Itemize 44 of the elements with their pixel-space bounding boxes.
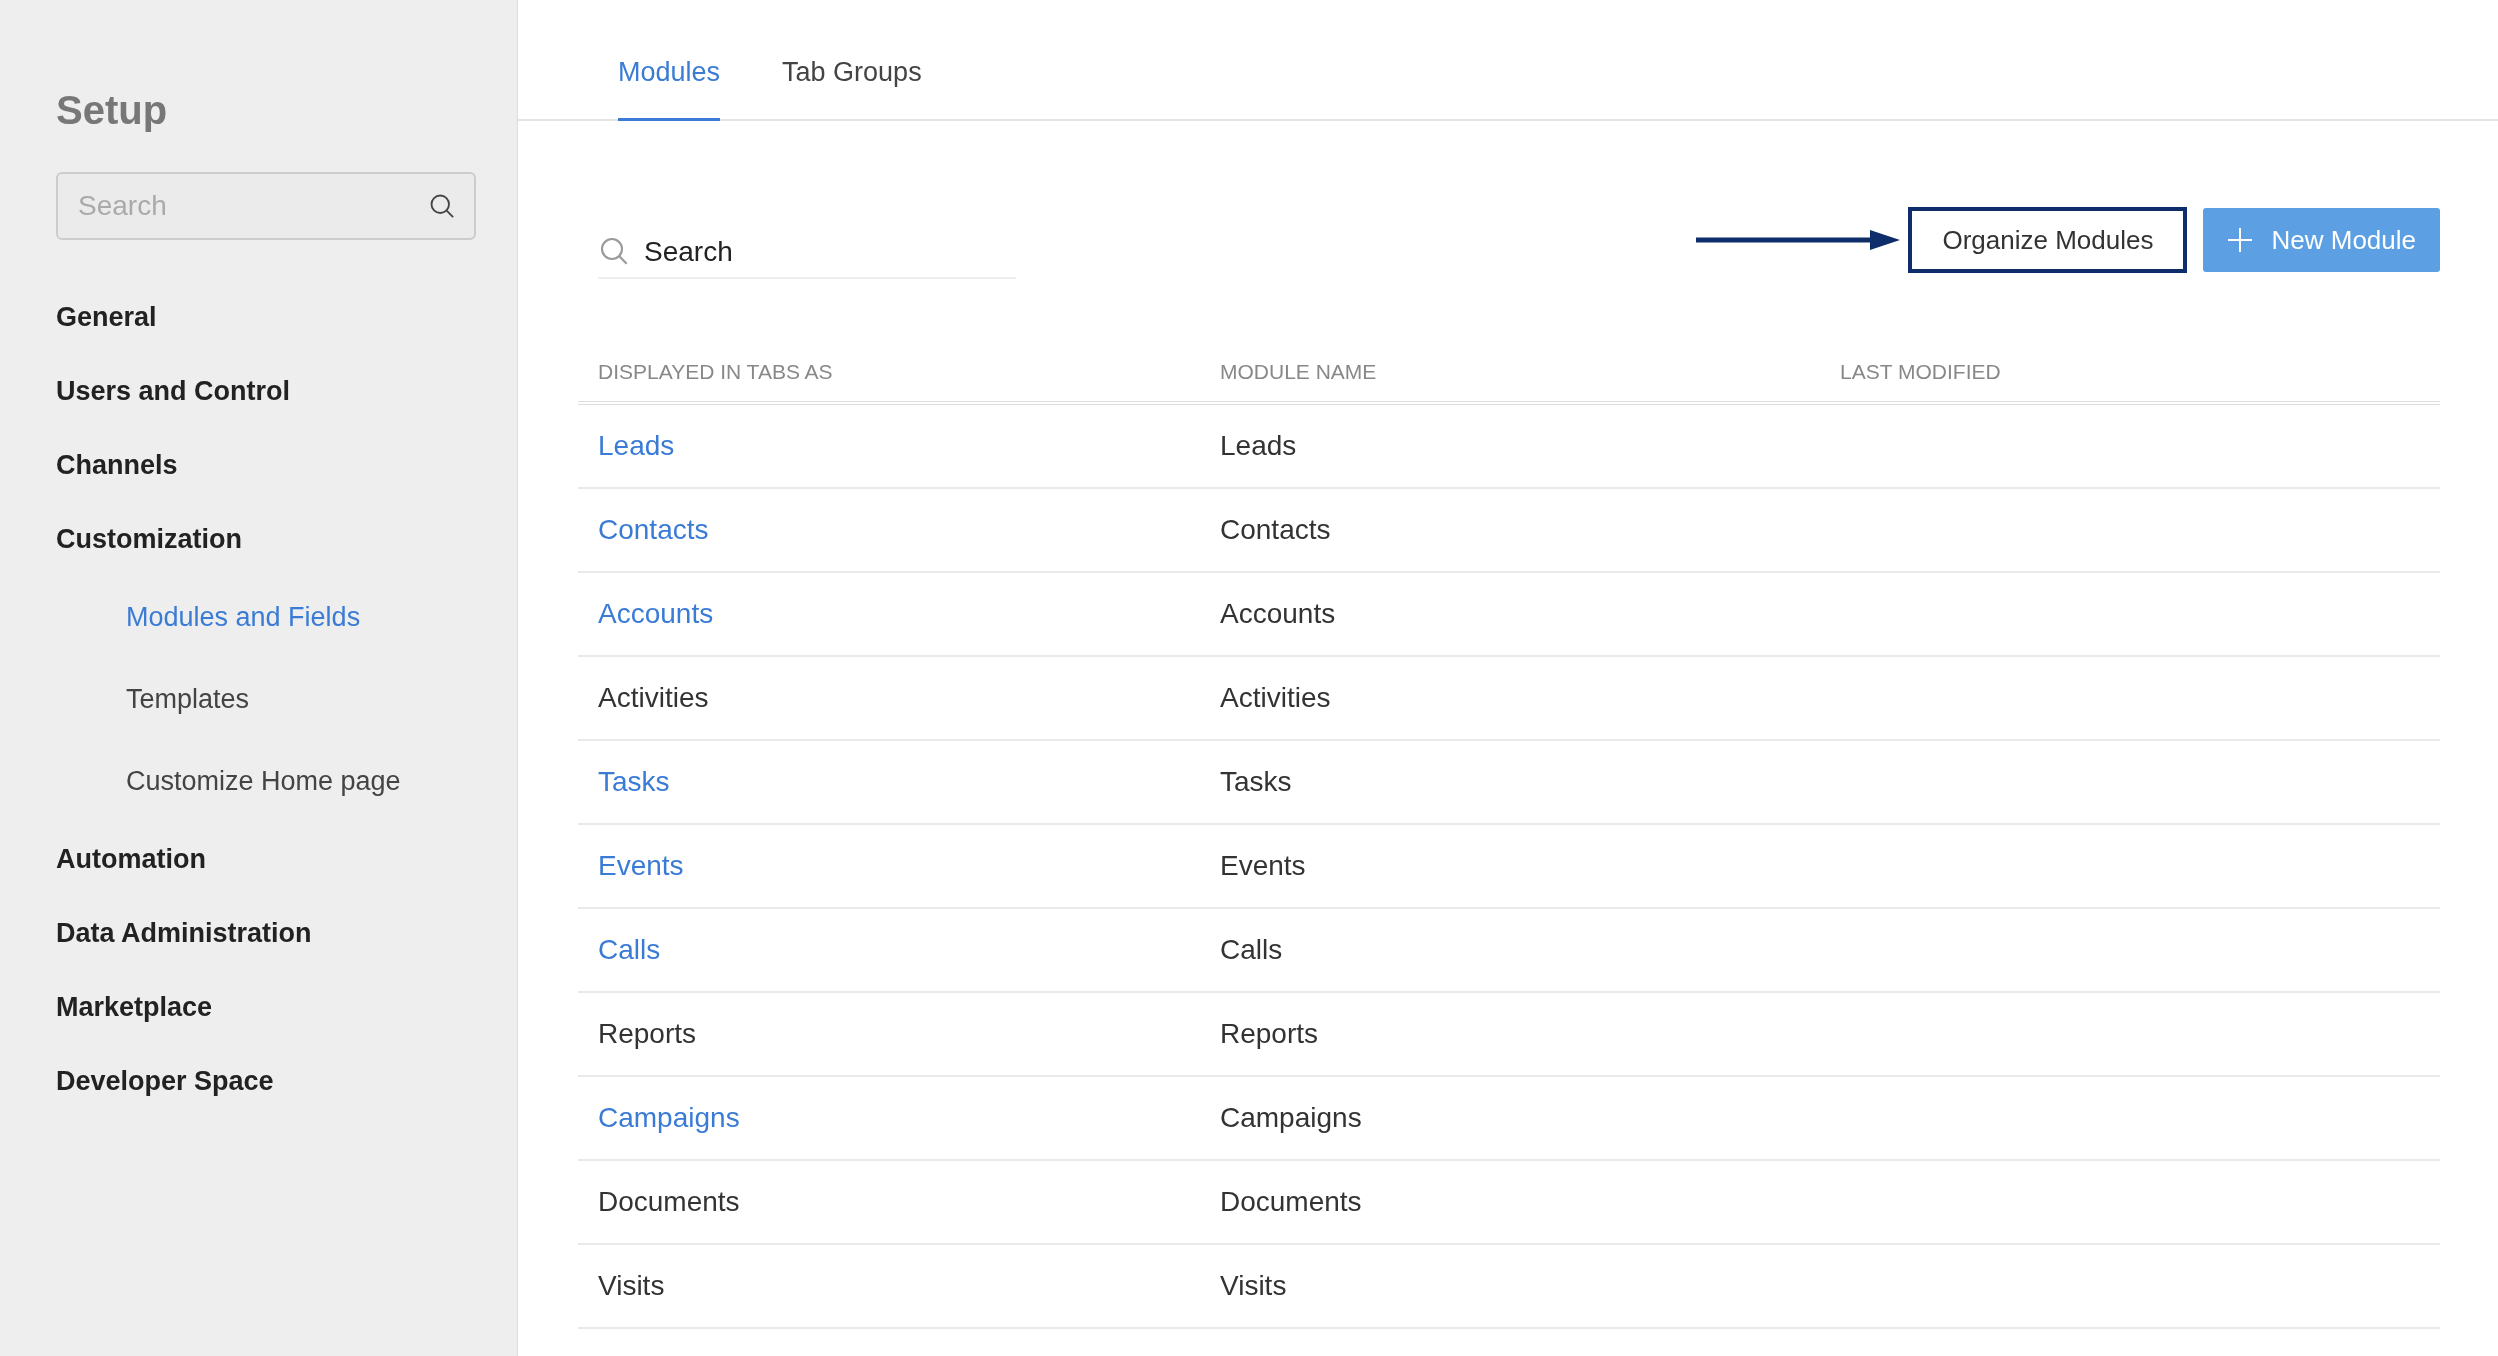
sidebar-item[interactable]: Marketplace (56, 970, 213, 1044)
module-link[interactable]: Campaigns (598, 1097, 740, 1139)
module-link[interactable]: Accounts (598, 593, 714, 635)
table-cell-text: Accounts (1219, 597, 1337, 631)
column-header: DISPLAYED IN TABS AS (597, 358, 834, 385)
table-cell-text: Reports (598, 1017, 697, 1051)
column-header: LAST MODIFIED (1839, 358, 2002, 385)
sidebar-item[interactable]: Developer Space (56, 1044, 274, 1118)
module-link[interactable]: Tasks (598, 761, 670, 803)
sidebar-item[interactable]: Templates (126, 658, 250, 740)
sidebar-item[interactable]: General (56, 280, 157, 354)
table-cell-text: Documents (1219, 1185, 1363, 1219)
table-cell-text: Activities (598, 681, 709, 715)
table-cell-text: Tasks (1219, 765, 1293, 799)
module-link[interactable]: Contacts (598, 509, 709, 551)
column-header: MODULE NAME (1219, 358, 1378, 385)
sidebar-item[interactable]: Channels (56, 428, 178, 502)
sidebar-item[interactable]: Users and Control (56, 354, 291, 428)
search-field[interactable]: Search (56, 172, 476, 240)
table-cell-text: Events (1219, 849, 1307, 883)
table-cell-text: Documents (598, 1185, 740, 1219)
search-icon (598, 235, 630, 267)
table-cell-text: Campaigns (1219, 1101, 1363, 1135)
module-link[interactable]: Leads (598, 425, 675, 467)
module-link[interactable]: Events (598, 845, 684, 887)
sidebar-item[interactable]: Customization (56, 502, 242, 576)
table-cell-text: Reports (1219, 1017, 1320, 1051)
tab[interactable]: Tab Groups (782, 51, 922, 121)
table-cell-text: Calls (1219, 933, 1284, 967)
sidebar-item[interactable]: Modules and Fields (126, 576, 361, 658)
plus-icon (2227, 227, 2254, 253)
table-cell-text: Visits (1219, 1269, 1288, 1303)
sidebar-item[interactable]: Customize Home page (126, 740, 401, 822)
table-cell-text: Contacts (1219, 513, 1332, 547)
table-cell-text: Activities (1219, 681, 1332, 715)
module-link[interactable]: Calls (598, 929, 661, 971)
sidebar-title: Setup (56, 87, 169, 134)
sidebar-item[interactable]: Data Administration (56, 896, 312, 970)
organize-modules-button[interactable]: Organize Modules (1908, 207, 2188, 273)
search-icon (428, 192, 456, 220)
sidebar-item[interactable]: Automation (56, 822, 206, 896)
table-cell-text: Visits (598, 1269, 665, 1303)
table-cell-text: Leads (1219, 429, 1298, 463)
tab[interactable]: Modules (618, 51, 721, 121)
